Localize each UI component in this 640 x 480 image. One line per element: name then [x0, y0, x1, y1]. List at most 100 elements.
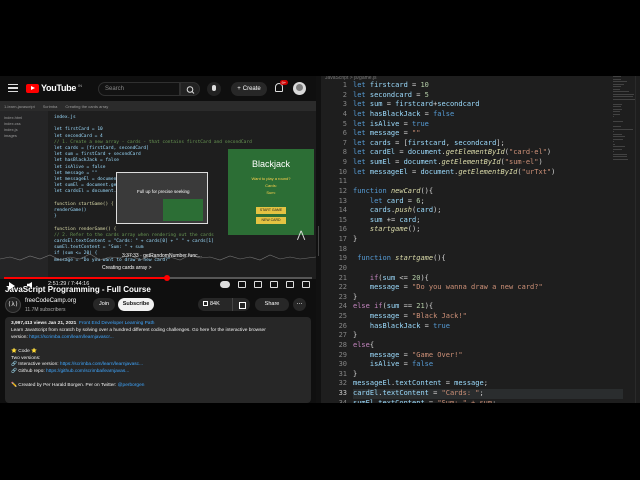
line-number: 6 [342, 129, 347, 138]
dislike-button[interactable] [232, 298, 250, 311]
code-token: let [353, 167, 370, 176]
channel-name[interactable]: freeCodeCamp.org [25, 298, 76, 304]
theater-mode-icon[interactable] [286, 281, 294, 288]
code-line[interactable]: isAlive = false [353, 360, 623, 370]
line-number: 13 [338, 196, 347, 205]
code-token: , [445, 138, 455, 147]
code-line[interactable] [353, 264, 623, 274]
code-token: document [407, 148, 442, 157]
share-button[interactable]: Share [255, 298, 289, 311]
progress-fill [4, 277, 168, 279]
fullscreen-icon[interactable] [302, 281, 310, 288]
search-input[interactable]: Search [98, 82, 180, 96]
code-token: (); [407, 225, 421, 234]
plus-icon: + [237, 86, 241, 92]
description-box[interactable]: 3,997,413 views Jan 21, 2021 Front End D… [5, 317, 311, 403]
code-line[interactable]: cards.push(card); [353, 206, 623, 216]
code-token: "Game Over!" [412, 350, 463, 359]
line-number: 28 [338, 340, 347, 349]
search-button[interactable] [180, 82, 200, 96]
code-line[interactable]: let secondcard = 5 [353, 91, 623, 101]
editor-scrollbar[interactable] [635, 76, 640, 403]
code-line[interactable]: } [353, 235, 623, 245]
minimap-line [613, 106, 621, 107]
code-line[interactable]: sumEl.textContent = "Sum: " + sum; [353, 399, 623, 403]
code-line[interactable]: let firstcard = 10 [353, 81, 623, 91]
code-line[interactable]: let sum = firstcard+secondcard [353, 100, 623, 110]
code-line[interactable] [353, 245, 623, 255]
code-line[interactable]: } [353, 331, 623, 341]
code-line[interactable]: else if(sum == 21){ [353, 302, 623, 312]
code-line[interactable]: let isAlive = true [353, 120, 623, 130]
code-area[interactable]: let firstcard = 10 let secondcard = 5 let … [353, 81, 623, 403]
interactive-link[interactable]: https://scrimba.com/learn/learnjavasc... [60, 362, 143, 367]
progress-bar[interactable] [4, 275, 312, 281]
channel-avatar[interactable]: (λ) [5, 297, 21, 313]
code-line[interactable]: cardEl.textContent = "Cards: "; [353, 389, 623, 399]
code-line[interactable]: let messageEl = document.getElementById(… [353, 168, 623, 178]
code-token: = [428, 389, 442, 397]
code-line[interactable]: sum += card; [353, 216, 623, 226]
minimap-line [613, 103, 622, 105]
settings-gear-icon[interactable] [254, 281, 262, 288]
autoplay-toggle[interactable] [220, 281, 230, 288]
code-token: 5 [424, 90, 429, 99]
code-line[interactable]: let cardEl = document.getElementById("ca… [353, 148, 623, 158]
line-number: 19 [338, 254, 347, 263]
youtube-logo-text: YouTube [41, 83, 77, 93]
progress-scrubber[interactable] [164, 275, 171, 281]
code-line[interactable]: let message = "" [353, 129, 623, 139]
code-line[interactable]: messageEl.textContent = message; [353, 379, 623, 389]
more-actions-button[interactable]: ... [293, 298, 306, 311]
join-button[interactable]: Join [93, 298, 115, 311]
code-token: 10 [420, 81, 429, 89]
code-line[interactable]: let hasBlackJack = false [353, 110, 623, 120]
youtube-logo[interactable]: YouTube IN [26, 83, 82, 93]
description-link[interactable]: https://scrimba.com/learn/learnjavascr..… [29, 335, 114, 340]
line-number: 32 [338, 379, 347, 388]
code-line[interactable]: let card = 6; [353, 197, 623, 207]
code-line[interactable]: function startgame(){ [353, 254, 623, 264]
code-line[interactable] [353, 177, 623, 187]
minimap-line [613, 148, 622, 150]
code-token: textContent [395, 379, 442, 388]
twitter-link[interactable]: @perborgen [118, 383, 145, 388]
like-button[interactable]: 84K [198, 298, 231, 311]
code-line[interactable]: message = "Game Over!" [353, 351, 623, 361]
code-token: ) [538, 158, 543, 166]
create-button[interactable]: + Create [231, 82, 267, 96]
video-player[interactable]: 1-learn-javascript Scrimba Creating the … [0, 101, 316, 279]
learning-path-tag[interactable]: Front End Developer Learning Path [79, 321, 154, 326]
code-line[interactable]: if(sum <= 20){ [353, 274, 623, 284]
microphone-icon[interactable] [207, 82, 221, 96]
view-stats: 3,997,413 views Jan 21, 2021 [11, 321, 77, 326]
description-line: Learn JavaScript from scratch by solving… [11, 327, 266, 333]
code-token: sum [386, 302, 400, 311]
code-line[interactable]: let sumEl = document.getElementById("sum… [353, 158, 623, 168]
code-token: message [353, 350, 400, 359]
current-chapter[interactable]: Creating cards array > [102, 265, 152, 271]
code-line[interactable]: function newCard(){ [353, 187, 623, 197]
subscribe-button[interactable]: Subscribe [118, 298, 154, 311]
line-number: 1 [342, 81, 347, 89]
subtitles-icon[interactable] [238, 281, 246, 288]
miniplayer-icon[interactable] [270, 281, 278, 288]
code-line[interactable]: let cards = [firstcard, secondcard]; [353, 139, 623, 149]
line-number: 26 [338, 321, 347, 330]
code-line[interactable]: startgame(); [353, 225, 623, 235]
code-line[interactable]: hasBlackJack = true [353, 322, 623, 332]
code-token: += [382, 215, 400, 224]
code-line[interactable]: message = "Do you wanna draw a new card?… [353, 283, 623, 293]
github-link[interactable]: https://github.com/scrimba/learnjavas... [46, 369, 129, 374]
description-line: version: [11, 334, 30, 340]
code-token: getElementById [441, 158, 501, 166]
code-line[interactable]: else{ [353, 341, 623, 351]
menu-icon[interactable] [8, 84, 18, 92]
code-editor[interactable]: JavaScript > js/game.js 1 2 3 4 5 6 7 8 9 10 11 12 1… [321, 76, 640, 403]
code-line[interactable]: message = "Black Jack!" [353, 312, 623, 322]
code-token: card [416, 206, 434, 215]
code-line[interactable]: } [353, 293, 623, 303]
avatar[interactable] [293, 82, 306, 95]
code-line[interactable]: } [353, 370, 623, 380]
editor-minimap[interactable] [613, 76, 635, 226]
